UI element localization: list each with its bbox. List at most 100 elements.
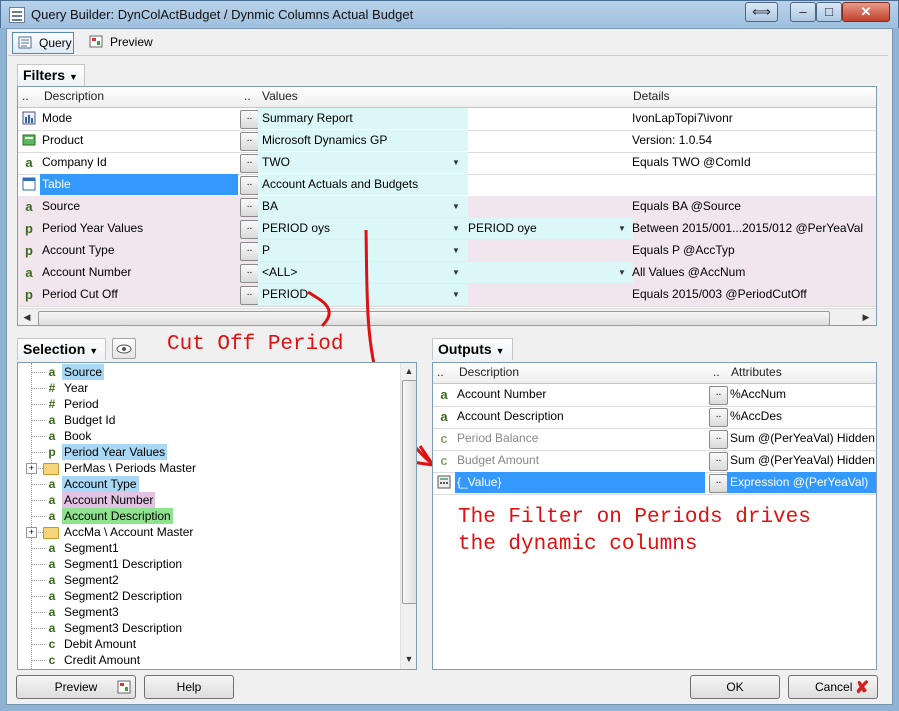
filters-col-values2[interactable] — [464, 87, 634, 108]
selection-header[interactable]: Selection ▼ — [17, 338, 106, 360]
filter-ellipsis-button[interactable]: .. — [240, 264, 259, 283]
selection-options-button[interactable] — [112, 338, 136, 359]
filter-value-to[interactable] — [464, 130, 633, 151]
filters-header[interactable]: Filters ▼ — [17, 64, 85, 86]
filter-ellipsis-button[interactable]: .. — [240, 110, 259, 129]
tree-connector — [31, 516, 45, 517]
help-button[interactable]: Help — [144, 675, 234, 699]
currency-c-icon: c — [440, 453, 448, 468]
filter-ellipsis-button[interactable]: .. — [240, 132, 259, 151]
title-bar[interactable]: Query Builder: DynColActBudget / Dynmic … — [0, 0, 899, 28]
filter-ellipsis-button[interactable]: .. — [240, 198, 259, 217]
filter-value-to[interactable] — [464, 196, 633, 217]
maximize-button[interactable]: □ — [816, 2, 842, 22]
tree-item-label: Segment2 — [64, 573, 119, 587]
filter-value[interactable]: BA ▼ — [258, 196, 468, 217]
filter-ellipsis-button[interactable]: .. — [240, 220, 259, 239]
filter-value[interactable]: P ▼ — [258, 240, 468, 261]
close-button[interactable]: ✕ — [842, 2, 890, 22]
preview-button[interactable]: Preview — [16, 675, 136, 699]
filter-value[interactable]: Summary Report — [258, 108, 468, 129]
scroll-down-icon[interactable]: ▼ — [401, 652, 416, 667]
filter-value-to[interactable]: PERIOD oye ▼ — [464, 218, 633, 239]
filters-grid[interactable]: .. Description .. Values Details Mode.. S… — [17, 86, 877, 326]
preview-button-label: Preview — [54, 680, 98, 694]
output-row[interactable]: c Period Balance.. Sum @(PerYeaVal) Hidden… — [433, 428, 876, 451]
output-row[interactable]: a Account Number.. %AccNum — [433, 384, 876, 407]
expand-icon[interactable]: + — [26, 463, 37, 474]
filter-ellipsis-button[interactable]: .. — [240, 176, 259, 195]
filter-value[interactable]: PERIOD oys ▼ — [258, 218, 468, 239]
filter-value[interactable]: Microsoft Dynamics GP — [258, 130, 468, 151]
filter-row[interactable]: a Account Number.. <ALL> ▼ ▼ All Values @AccN… — [18, 262, 876, 285]
filters-col-details[interactable]: Details — [629, 87, 876, 108]
scroll-right-icon[interactable]: ▶ — [858, 310, 874, 325]
output-row[interactable]: a Account Description.. %AccDes — [433, 406, 876, 429]
chevron-down-icon[interactable]: ▼ — [618, 218, 626, 239]
filter-value-to[interactable] — [464, 284, 633, 305]
filter-value[interactable]: TWO ▼ — [258, 152, 468, 173]
output-ellipsis-button[interactable]: .. — [709, 452, 728, 471]
filter-row[interactable]: Product.. Microsoft Dynamics GP Version: 1… — [18, 130, 876, 153]
filter-ellipsis-button[interactable]: .. — [240, 286, 259, 305]
output-row[interactable]: c Budget Amount.. Sum @(PerYeaVal) Hidden … — [433, 450, 876, 473]
resize-button[interactable]: ⟺ — [745, 2, 778, 22]
filter-value-to[interactable] — [464, 108, 633, 129]
scroll-left-icon[interactable]: ◀ — [19, 310, 35, 325]
chevron-down-icon[interactable]: ▼ — [452, 196, 460, 217]
chevron-down-icon[interactable]: ▼ — [452, 240, 460, 261]
output-ellipsis-button[interactable]: .. — [709, 474, 728, 493]
filter-row[interactable]: a Source.. BA ▼ Equals BA @Source — [18, 196, 876, 219]
filter-row[interactable]: a Company Id.. TWO ▼ Equals TWO @ComId — [18, 152, 876, 175]
output-ellipsis-button[interactable]: .. — [709, 430, 728, 449]
outputs-col-description[interactable]: Description — [455, 363, 714, 384]
filter-ellipsis-button[interactable]: .. — [240, 242, 259, 261]
minimize-button[interactable]: – — [790, 2, 816, 22]
selection-tree[interactable]: a Source # Year # Period a Budget Id a Book p Perio… — [17, 362, 417, 670]
tab-query[interactable]: Query — [12, 32, 74, 54]
output-row[interactable]: {_Value}.. Expression @(PerYeaVal) — [433, 472, 876, 495]
tab-preview[interactable]: Preview — [84, 32, 160, 54]
filter-value-to[interactable]: ▼ — [464, 262, 633, 283]
filter-value-to[interactable] — [464, 174, 633, 195]
chevron-down-icon[interactable]: ▼ — [452, 152, 460, 173]
period-p-icon: p — [48, 445, 56, 459]
cancel-button[interactable]: Cancel ✘ — [788, 675, 878, 699]
filter-description: Mode — [42, 111, 73, 125]
chevron-down-icon[interactable]: ▼ — [452, 262, 460, 283]
filter-value[interactable]: <ALL> ▼ — [258, 262, 468, 283]
filters-col-description[interactable]: Description — [40, 87, 245, 108]
scroll-thumb[interactable] — [38, 311, 830, 326]
tree-connector — [31, 564, 45, 565]
text-a-icon: a — [48, 429, 56, 443]
filter-ellipsis-button[interactable]: .. — [240, 154, 259, 173]
filter-value[interactable]: Account Actuals and Budgets — [258, 174, 468, 195]
outputs-col-attributes[interactable]: Attributes — [727, 363, 876, 384]
filter-row[interactable]: Table.. Account Actuals and Budgets — [18, 174, 876, 197]
filter-row[interactable]: p Account Type.. P ▼ Equals P @AccTyp — [18, 240, 876, 263]
scroll-up-icon[interactable]: ▲ — [401, 364, 416, 379]
filter-row[interactable]: p Period Year Values.. PERIOD oys ▼ PERIOD o… — [18, 218, 876, 241]
chevron-down-icon[interactable]: ▼ — [452, 284, 460, 305]
scroll-thumb[interactable] — [402, 380, 416, 604]
output-ellipsis-button[interactable]: .. — [709, 386, 728, 405]
chevron-down-icon[interactable]: ▼ — [452, 218, 460, 239]
expand-icon[interactable]: + — [26, 527, 37, 538]
tree-connector — [31, 596, 45, 597]
filter-row[interactable]: p Period Cut Off.. PERIOD ▼ Equals 2015/003 … — [18, 284, 876, 307]
chevron-down-icon[interactable]: ▼ — [618, 262, 626, 283]
filter-value-to[interactable] — [464, 152, 633, 173]
outputs-header[interactable]: Outputs ▼ — [432, 338, 513, 360]
filter-row[interactable]: Mode.. Summary Report IvonLapTopi7\ivonr — [18, 108, 876, 131]
filters-horizontal-scrollbar[interactable]: ◀ ▶ — [18, 308, 876, 326]
cancel-x-icon: ✘ — [855, 678, 870, 697]
tree-item-label: PerMas \ Periods Master — [64, 461, 197, 475]
ok-button[interactable]: OK — [690, 675, 780, 699]
output-ellipsis-button[interactable]: .. — [709, 408, 728, 427]
filter-value-to[interactable] — [464, 240, 633, 261]
filter-value[interactable]: PERIOD ▼ — [258, 284, 468, 305]
filters-col-values[interactable]: Values — [258, 87, 469, 108]
text-a-icon: a — [25, 155, 33, 170]
selection-vertical-scrollbar[interactable]: ▲ ▼ — [400, 363, 416, 669]
summary-icon — [22, 111, 36, 126]
